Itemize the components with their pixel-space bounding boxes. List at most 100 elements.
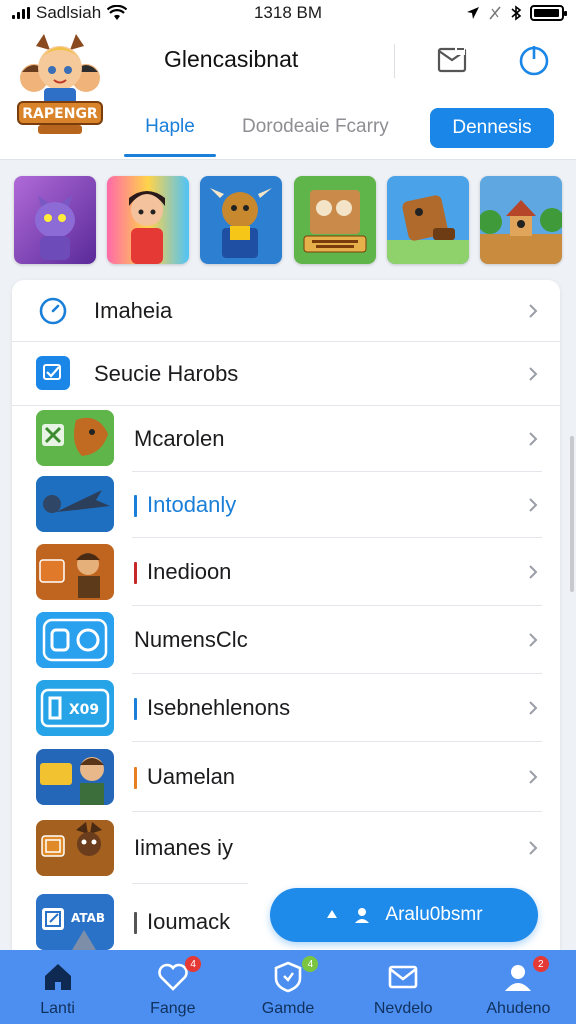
list-item-text: Inedioon — [147, 559, 232, 584]
svg-text:ATAB: ATAB — [71, 911, 105, 925]
bull-character-icon[interactable] — [200, 176, 283, 264]
upload-arrow-icon — [327, 910, 338, 918]
list-item-text: Intodanly — [147, 492, 237, 517]
list-item-label: Intodanly — [134, 492, 236, 518]
bottom-nav: Lanti 4 Fange 4 Gamde Nevdelo 2 Ahudeno — [0, 950, 576, 1024]
girl-character-icon[interactable] — [107, 176, 190, 264]
game-warrior-icon — [36, 544, 114, 600]
robot-character-icon[interactable] — [386, 176, 469, 264]
featured-games-strip — [14, 176, 562, 266]
accent-bar — [134, 562, 137, 585]
bluetooth-icon — [511, 5, 522, 21]
nav-messages[interactable]: Nevdelo — [346, 950, 461, 1024]
svg-text:X09: X09 — [69, 702, 99, 718]
tab-home[interactable]: Haple — [124, 116, 216, 138]
status-time: 1318 BM — [253, 3, 323, 22]
demo-button[interactable]: Dennesis — [430, 108, 554, 148]
list-item[interactable]: Seucie Harobs — [12, 342, 560, 406]
rotation-lock-icon — [489, 6, 501, 20]
chevron-right-icon — [529, 701, 538, 715]
notification-badge: 2 — [532, 956, 549, 972]
clock-icon — [36, 294, 70, 328]
list-item[interactable]: NumensClc — [12, 606, 560, 674]
game-mage-icon: ATAB — [36, 894, 114, 950]
nav-games[interactable]: 4 Gamde — [230, 950, 345, 1024]
nav-label: Nevdelo — [373, 1000, 433, 1017]
game-badge-icon: X09 — [36, 680, 114, 736]
accent-bar — [134, 912, 137, 935]
status-bar: Sadlsiah 1318 BM — [0, 0, 576, 26]
chevron-right-icon — [529, 633, 538, 647]
home-icon — [44, 964, 71, 990]
carrier-name: Sadlsiah — [36, 3, 102, 22]
nav-label: Ahudeno — [486, 1000, 551, 1017]
list-item-label: Iimanes iy — [134, 835, 234, 860]
mail-icon — [388, 965, 418, 989]
list-item[interactable]: X09 Isebnehlenons — [12, 674, 560, 742]
app-logo[interactable]: RAPENGR — [14, 28, 106, 136]
list-item[interactable]: Uamelan — [12, 742, 560, 812]
list-item[interactable]: Imaheia — [12, 280, 560, 342]
menu-list: Imaheia Seucie Harobs Mcarolen Intodanly… — [12, 280, 560, 960]
wifi-icon — [107, 5, 128, 20]
game-target-icon — [36, 612, 114, 668]
checkbox-icon — [36, 356, 70, 390]
accent-bar — [134, 698, 137, 721]
signal-icon — [12, 7, 30, 19]
nav-home[interactable]: Lanti — [0, 950, 115, 1024]
chevron-right-icon — [529, 432, 538, 446]
mail-button[interactable] — [432, 40, 472, 80]
chevron-right-icon — [529, 565, 538, 579]
status-right — [364, 5, 567, 21]
list-item-label: Ioumack — [134, 909, 230, 935]
power-button[interactable] — [514, 40, 554, 80]
accent-bar — [134, 495, 137, 518]
mail-icon — [437, 47, 467, 73]
list-item-label: NumensClc — [134, 627, 248, 652]
nav-favorites[interactable]: 4 Fange — [115, 950, 230, 1024]
list-item[interactable]: Intodanly — [12, 472, 560, 538]
purple-creature-icon[interactable] — [14, 176, 96, 264]
village-scene-icon[interactable] — [479, 176, 562, 264]
person-icon — [355, 908, 370, 923]
list-item-label: Mcarolen — [134, 426, 225, 451]
status-left: Sadlsiah — [12, 3, 212, 23]
board-game-icon[interactable] — [293, 176, 376, 264]
app-title: Glencasibnat — [164, 46, 299, 72]
nav-profile[interactable]: 2 Ahudeno — [461, 950, 576, 1024]
list-item-label: Isebnehlenons — [134, 695, 290, 721]
person-icon — [505, 965, 532, 991]
list-item-text: Isebnehlenons — [147, 695, 291, 720]
list-item-label: Uamelan — [134, 764, 235, 790]
chevron-right-icon — [529, 498, 538, 512]
chevron-right-icon — [529, 367, 538, 381]
chevron-right-icon — [529, 841, 538, 855]
shield-icon — [274, 961, 302, 993]
game-knight-icon — [36, 820, 114, 876]
scrollbar[interactable] — [570, 436, 574, 592]
battery-icon — [530, 5, 567, 21]
power-icon — [519, 46, 549, 76]
nav-label: Gamde — [261, 1000, 315, 1017]
list-item-label: Inedioon — [134, 559, 231, 585]
list-item-text: Ioumack — [147, 909, 231, 934]
notification-badge: 4 — [302, 956, 319, 972]
list-item-text: Uamelan — [147, 764, 236, 789]
list-item-label: Imaheia — [94, 298, 173, 323]
logo-text: RAPENGR — [22, 106, 98, 122]
app-header: RAPENGR Glencasibnat Haple Dorodeaie Fca… — [0, 26, 576, 160]
floating-action-button[interactable]: Aralu0bsmr — [270, 888, 538, 942]
list-item[interactable]: Inedioon — [12, 538, 560, 606]
game-hero-icon — [36, 749, 114, 805]
location-icon — [467, 7, 479, 19]
chevron-right-icon — [529, 770, 538, 784]
nav-label: Fange — [150, 1000, 196, 1017]
tab-active-underline — [124, 154, 216, 157]
nav-label: Lanti — [40, 1000, 75, 1017]
tab-secondary[interactable]: Dorodeaie Fcarry — [242, 116, 389, 138]
list-item[interactable]: Iimanes iy — [12, 812, 560, 884]
header-divider — [394, 44, 395, 78]
chevron-right-icon — [529, 304, 538, 318]
list-item[interactable]: Mcarolen — [12, 406, 560, 472]
accent-bar — [134, 767, 137, 790]
